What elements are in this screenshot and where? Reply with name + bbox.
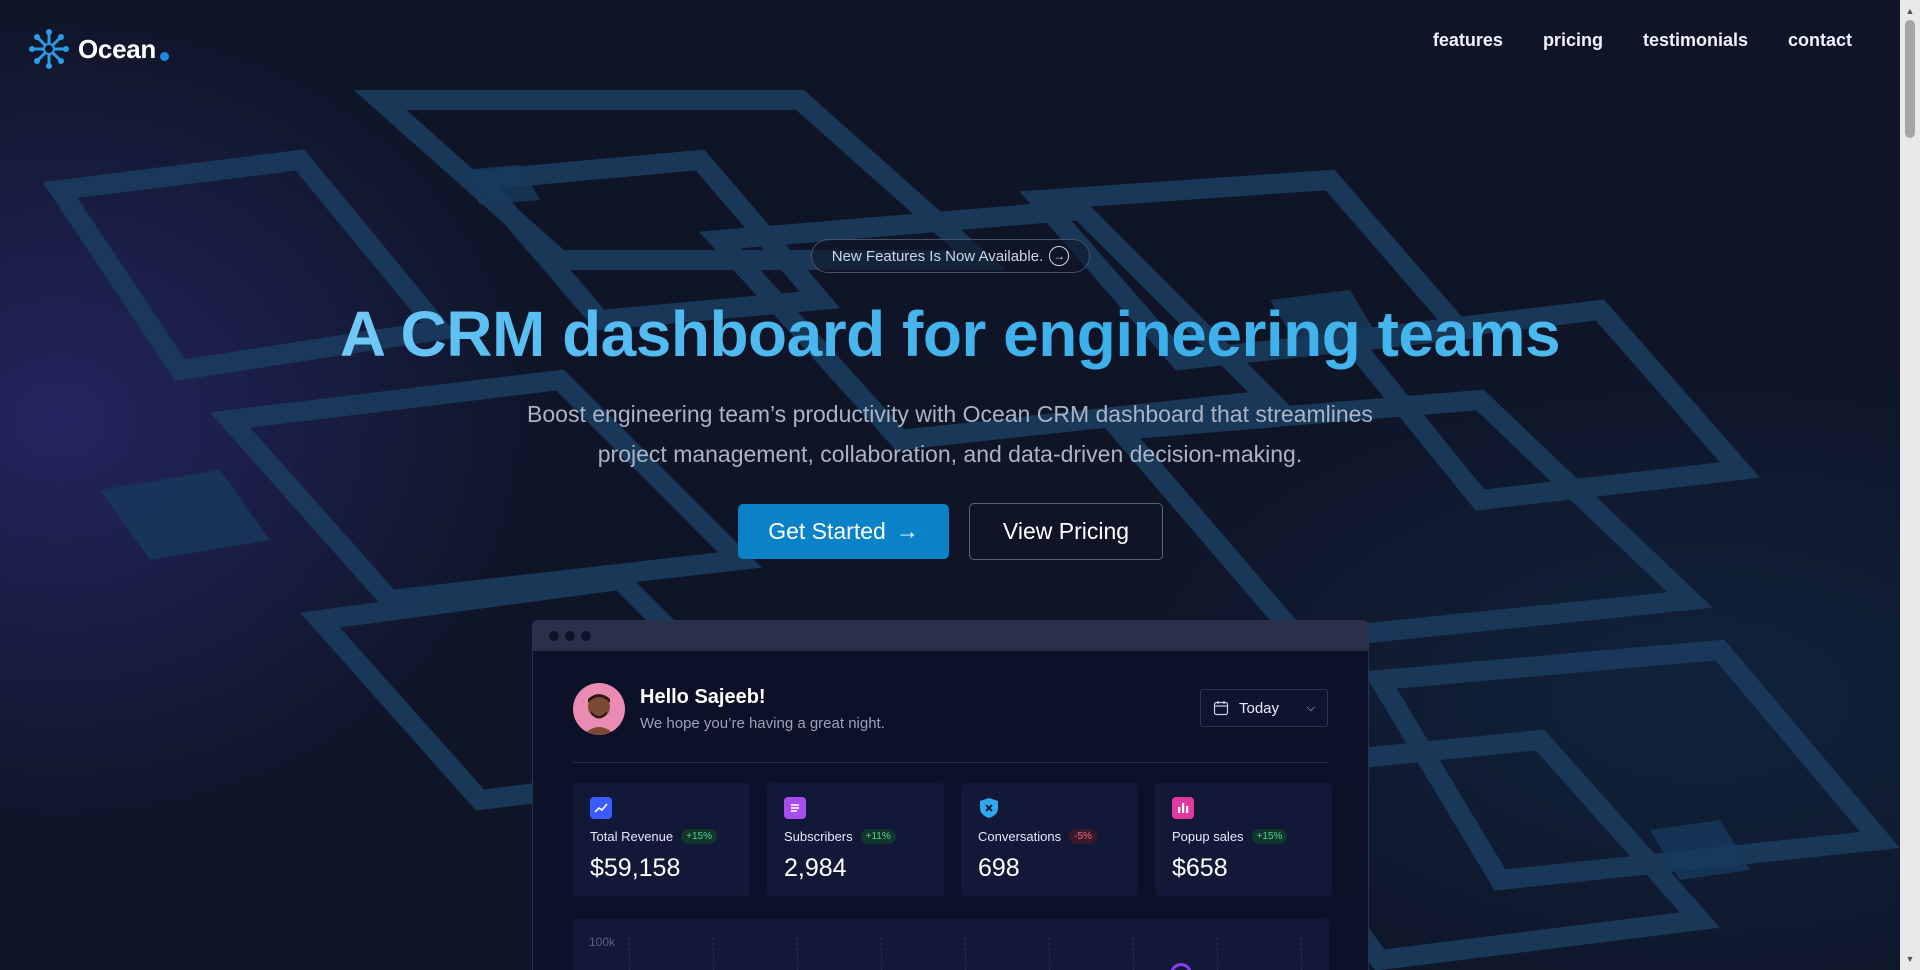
stat-card-subscribers[interactable]: Subscribers +11% 2,984 — [767, 783, 944, 896]
stats-row: Total Revenue +15% $59,158 Subscribers +… — [573, 783, 1332, 896]
logo[interactable]: Ocean — [28, 28, 169, 70]
date-filter-value: Today — [1239, 699, 1280, 717]
chevron-down-icon: ⌵ — [1306, 701, 1315, 714]
stat-change-badge: +15% — [1251, 829, 1288, 844]
chart-gridline — [1049, 937, 1050, 970]
arrow-right-icon: → — [895, 518, 919, 544]
chart-gridline — [881, 937, 882, 970]
view-pricing-button[interactable]: View Pricing — [969, 503, 1163, 560]
window-dot — [565, 631, 575, 641]
get-started-label: Get Started — [768, 518, 886, 544]
stat-card-popup-sales[interactable]: Popup sales +15% $658 — [1155, 783, 1332, 896]
stat-label: Conversations — [978, 829, 1062, 844]
stat-value: 2,984 — [784, 854, 847, 882]
bar-chart-icon — [1172, 797, 1194, 819]
dashboard-greeting: Hello Sajeeb! We hope you’re having a gr… — [573, 683, 885, 735]
main-nav: features pricing testimonials contact — [1433, 30, 1852, 51]
hero-subtitle-line-1: Boost engineering team’s productivity wi… — [527, 401, 1373, 427]
divider — [573, 762, 1328, 763]
chart-gridline — [797, 937, 798, 970]
stat-card-conversations[interactable]: Conversations -5% 698 — [961, 783, 1138, 896]
ocean-logo-icon — [29, 29, 69, 69]
chart-gridline — [1217, 937, 1218, 970]
shield-x-icon — [978, 797, 1000, 819]
hero-title: A CRM dashboard for engineering teams — [0, 297, 1900, 371]
avatar[interactable] — [573, 683, 625, 735]
brand-name: Ocean — [78, 33, 156, 64]
arrow-circle-right-icon: → — [1049, 246, 1070, 266]
date-filter-dropdown[interactable]: Today ⌵ — [1200, 689, 1328, 727]
hero-subtitle-line-2: project management, collaboration, and d… — [597, 441, 1303, 467]
chart-gridline — [713, 937, 714, 970]
greeting-subtitle: We hope you’re having a great night. — [640, 715, 885, 732]
stat-change-badge: -5% — [1069, 829, 1097, 844]
stat-label: Subscribers — [784, 829, 853, 844]
revenue-chart: 100k — [573, 919, 1329, 970]
chart-y-tick: 100k — [589, 935, 616, 949]
scroll-thumb[interactable] — [1905, 20, 1915, 138]
dashboard-preview: Hello Sajeeb! We hope you’re having a gr… — [532, 620, 1369, 970]
get-started-button[interactable]: Get Started → — [738, 504, 949, 559]
stat-label: Total Revenue — [590, 829, 674, 844]
site-header: Ocean features pricing testimonials cont… — [0, 0, 1900, 100]
chart-line-icon — [590, 797, 612, 819]
nav-features[interactable]: features — [1433, 30, 1503, 51]
stat-value: $658 — [1172, 854, 1228, 882]
scroll-down-arrow-icon[interactable]: ▼ — [1900, 950, 1920, 968]
nav-contact[interactable]: contact — [1788, 30, 1852, 51]
window-dot — [549, 631, 559, 641]
chart-highlight-point[interactable] — [1170, 963, 1192, 970]
hero-subtitle: Boost engineering team’s productivity wi… — [480, 394, 1420, 474]
stat-card-total-revenue[interactable]: Total Revenue +15% $59,158 — [573, 783, 750, 896]
brand-dot — [160, 51, 169, 61]
nav-pricing[interactable]: pricing — [1543, 30, 1603, 51]
chart-gridline — [965, 937, 966, 970]
nav-testimonials[interactable]: testimonials — [1643, 30, 1748, 51]
window-titlebar — [533, 621, 1368, 651]
badge-text: New Features Is Now Available. — [831, 247, 1044, 265]
avatar-illustration — [583, 694, 615, 735]
document-list-icon — [784, 797, 806, 819]
stat-change-badge: +11% — [860, 829, 896, 844]
scroll-up-arrow-icon[interactable]: ▲ — [1900, 2, 1920, 20]
page-scrollbar[interactable]: ▲ ▼ — [1900, 0, 1920, 970]
window-dot — [581, 631, 591, 641]
stat-value: 698 — [978, 854, 1020, 882]
chart-gridline — [1301, 937, 1302, 970]
chart-gridline — [629, 937, 630, 970]
new-features-badge[interactable]: New Features Is Now Available. → — [811, 239, 1090, 273]
greeting-title: Hello Sajeeb! — [640, 686, 766, 708]
calendar-icon — [1213, 701, 1229, 716]
stat-label: Popup sales — [1172, 829, 1244, 844]
chart-gridline — [1133, 937, 1134, 970]
stat-change-badge: +15% — [681, 829, 717, 844]
stat-value: $59,158 — [590, 854, 681, 882]
